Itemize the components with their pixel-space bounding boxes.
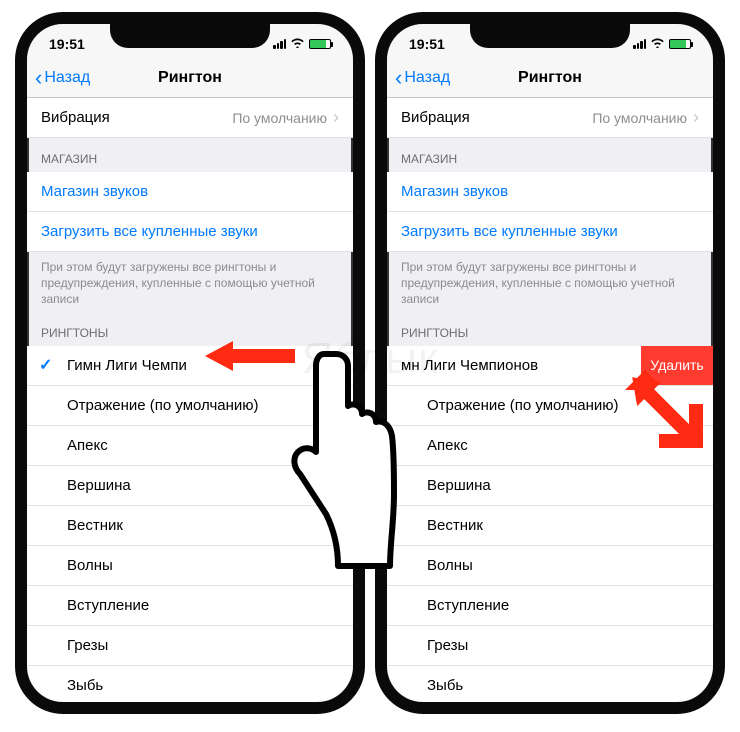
nav-bar: ‹ Назад Рингтон	[387, 58, 713, 98]
ringtone-label: Грезы	[427, 637, 468, 654]
ringtone-item[interactable]: Вершина	[387, 466, 713, 506]
ringtone-custom-label: мн Лиги Чемпионов	[387, 346, 641, 385]
status-icons	[273, 37, 331, 51]
ringtone-label: Апекс	[67, 437, 108, 454]
back-label: Назад	[44, 69, 90, 87]
vibration-row[interactable]: Вибрация По умолчанию ›	[27, 98, 353, 138]
ringtone-item[interactable]: Зыбь	[27, 666, 353, 702]
ringtone-label: Зыбь	[67, 677, 103, 694]
vibration-value: По умолчанию	[592, 110, 687, 126]
wifi-icon	[290, 37, 305, 51]
signal-icon	[273, 39, 286, 49]
sound-store-link[interactable]: Магазин звуков	[27, 172, 353, 212]
ringtone-custom-label: Гимн Лиги Чемпи	[67, 357, 187, 374]
ringtone-label: Грезы	[67, 637, 108, 654]
ringtone-label: Апекс	[427, 437, 468, 454]
store-footer: При этом будут загружены все рингтоны и …	[27, 252, 353, 312]
status-time: 19:51	[49, 36, 85, 52]
store-header: МАГАЗИН	[387, 138, 713, 172]
ringtone-label: Вступление	[427, 597, 509, 614]
status-time: 19:51	[409, 36, 445, 52]
nav-bar: ‹ Назад Рингтон	[27, 58, 353, 98]
ringtone-label: Зыбь	[427, 677, 463, 694]
ringtone-item[interactable]: Вступление	[27, 586, 353, 626]
delete-arrow-annotation	[625, 370, 703, 448]
checkmark-icon: ✓	[39, 355, 52, 375]
ringtone-item[interactable]: Грезы	[27, 626, 353, 666]
back-button[interactable]: ‹ Назад	[35, 67, 90, 89]
ringtone-label: Вестник	[67, 517, 123, 534]
download-all-link[interactable]: Загрузить все купленные звуки	[387, 212, 713, 252]
ringtone-label: Отражение (по умолчанию)	[67, 397, 259, 414]
signal-icon	[633, 39, 646, 49]
ringtone-label: Волны	[67, 557, 113, 574]
ringtones-header: РИНГТОНЫ	[27, 312, 353, 346]
battery-icon	[669, 39, 691, 49]
store-header: МАГАЗИН	[27, 138, 353, 172]
finger-pointer-annotation	[282, 344, 402, 574]
ringtone-item[interactable]: Грезы	[387, 626, 713, 666]
battery-icon	[309, 39, 331, 49]
chevron-left-icon: ‹	[35, 67, 42, 89]
ringtone-label: Вестник	[427, 517, 483, 534]
ringtones-header: РИНГТОНЫ	[387, 312, 713, 346]
ringtone-label: Вступление	[67, 597, 149, 614]
store-footer: При этом будут загружены все рингтоны и …	[387, 252, 713, 312]
back-button[interactable]: ‹ Назад	[395, 67, 450, 89]
sound-store-link[interactable]: Магазин звуков	[387, 172, 713, 212]
vibration-label: Вибрация	[401, 109, 470, 126]
ringtone-label: Отражение (по умолчанию)	[427, 397, 619, 414]
vibration-row[interactable]: Вибрация По умолчанию ›	[387, 98, 713, 138]
chevron-right-icon: ›	[693, 107, 699, 128]
status-icons	[633, 37, 691, 51]
wifi-icon	[650, 37, 665, 51]
vibration-value: По умолчанию	[232, 110, 327, 126]
chevron-right-icon: ›	[333, 107, 339, 128]
notch	[470, 22, 630, 48]
ringtone-item[interactable]: Зыбь	[387, 666, 713, 702]
ringtone-item[interactable]: Вступление	[387, 586, 713, 626]
vibration-label: Вибрация	[41, 109, 110, 126]
ringtone-label: Вершина	[427, 477, 491, 494]
back-label: Назад	[404, 69, 450, 87]
ringtone-label: Вершина	[67, 477, 131, 494]
phone-right: 19:51 ‹ Назад Рингтон Вибрация По умолча…	[375, 12, 725, 714]
ringtone-item[interactable]: Вестник	[387, 506, 713, 546]
notch	[110, 22, 270, 48]
download-all-link[interactable]: Загрузить все купленные звуки	[27, 212, 353, 252]
ringtone-label: Волны	[427, 557, 473, 574]
ringtone-item[interactable]: Волны	[387, 546, 713, 586]
chevron-left-icon: ‹	[395, 67, 402, 89]
